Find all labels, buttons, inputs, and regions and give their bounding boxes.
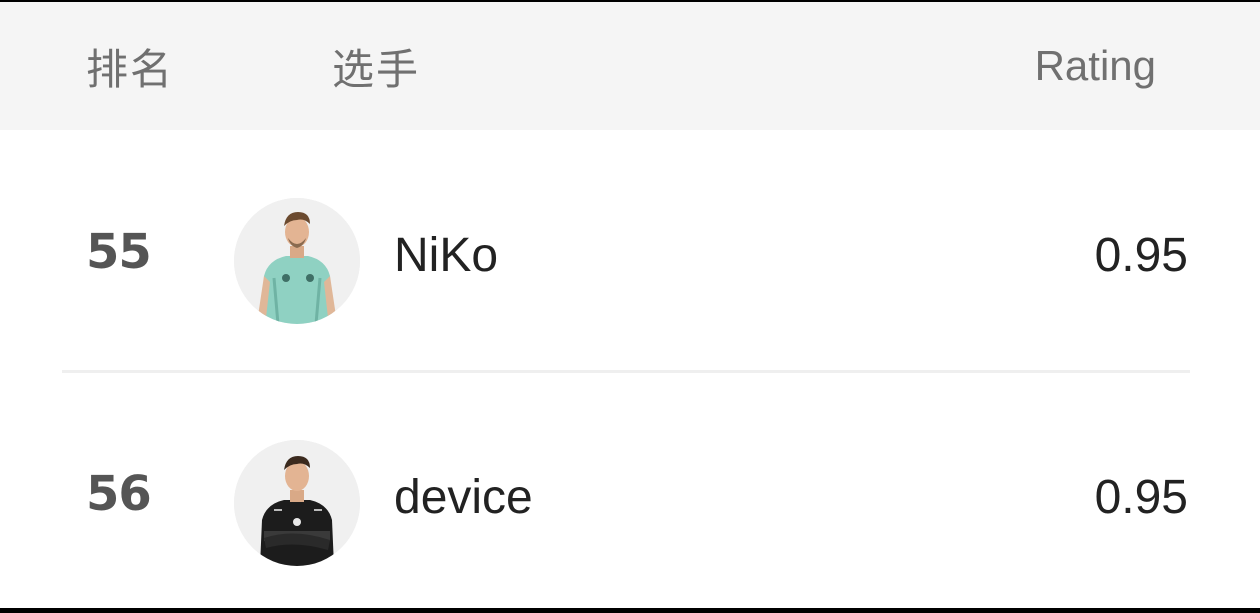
player-name[interactable]: NiKo (394, 228, 498, 283)
rank-number: 55 (86, 224, 152, 280)
player-column-header: 选手 (332, 45, 421, 94)
table-row[interactable]: 55 NiKo 0.95 (62, 132, 1190, 372)
table-header: 排名 选手 Rating (0, 2, 1260, 130)
rank-column-header: 排名 (86, 45, 175, 94)
player-name[interactable]: device (394, 470, 533, 525)
avatar[interactable] (234, 198, 360, 324)
avatar[interactable] (234, 440, 360, 566)
rating-column-header[interactable]: Rating (1035, 42, 1156, 90)
ranking-table: 排名 选手 Rating 55 NiKo 0.95 56 device 0.95 (0, 2, 1260, 608)
player-photo-icon (234, 198, 360, 324)
row-divider (62, 370, 1190, 373)
rating-value: 0.95 (1094, 471, 1188, 524)
rank-number: 56 (86, 466, 152, 522)
player-photo-icon (234, 440, 360, 566)
rating-value: 0.95 (1094, 229, 1188, 282)
table-row[interactable]: 56 device 0.95 (62, 374, 1190, 608)
